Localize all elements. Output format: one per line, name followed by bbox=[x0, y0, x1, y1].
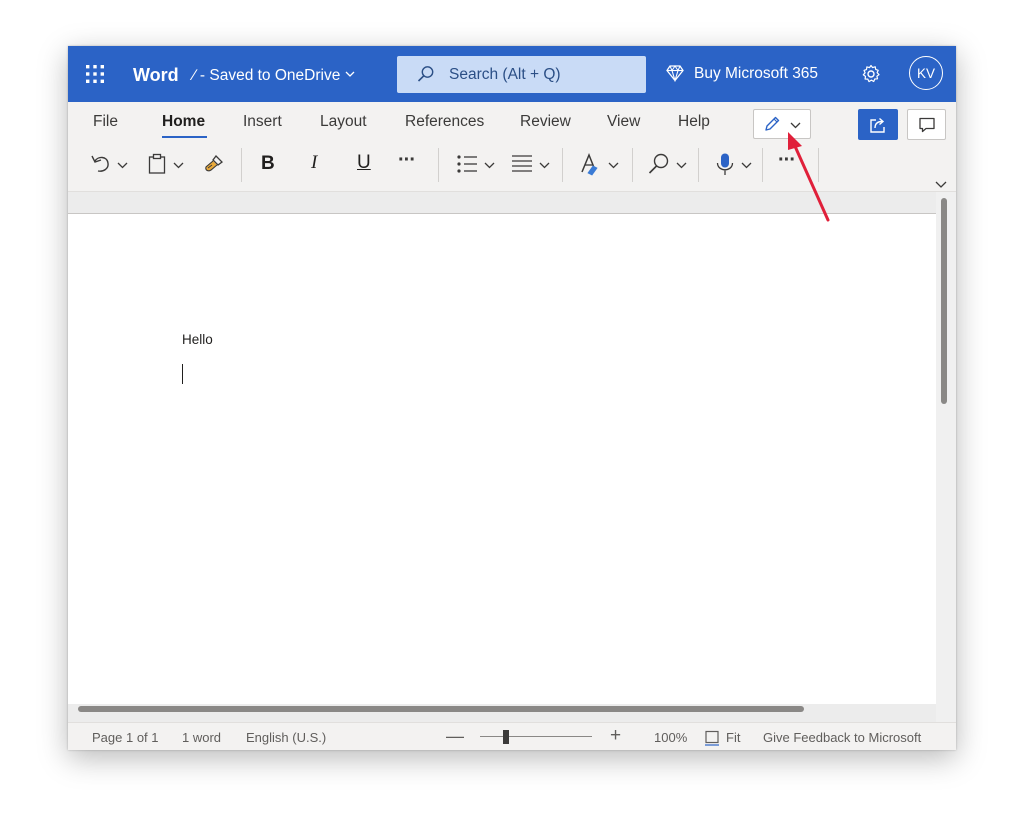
fit-page-icon bbox=[705, 730, 719, 746]
chevron-down-icon bbox=[484, 162, 495, 169]
format-painter-icon bbox=[205, 155, 223, 172]
ribbon-toolbar: B I U ··· ··· bbox=[68, 142, 956, 192]
dictate-icon bbox=[716, 153, 734, 175]
font-style-icon bbox=[581, 153, 598, 176]
comments-button[interactable] bbox=[907, 109, 946, 140]
search-placeholder: Search (Alt + Q) bbox=[449, 66, 561, 83]
align-icon bbox=[512, 155, 532, 172]
chevron-down-icon bbox=[117, 162, 128, 169]
search-icon bbox=[417, 66, 434, 82]
horizontal-scrollbar-thumb[interactable] bbox=[78, 706, 804, 712]
buy-label: Buy Microsoft 365 bbox=[694, 65, 819, 82]
word-count[interactable]: 1 word bbox=[182, 730, 221, 745]
bold-button[interactable]: B bbox=[261, 153, 281, 181]
pencil-icon bbox=[765, 116, 780, 131]
word-online-window: Word ∕ - Saved to OneDrive Search (Alt +… bbox=[68, 46, 956, 750]
zoom-slider-track bbox=[480, 736, 592, 737]
zoom-level[interactable]: 100% bbox=[654, 730, 687, 745]
chevron-down-icon bbox=[790, 122, 801, 129]
more-font-options-button[interactable]: ··· bbox=[398, 149, 424, 177]
status-bar: Page 1 of 1 1 word English (U.S.) — + 10… bbox=[68, 722, 956, 750]
chevron-down-icon bbox=[173, 162, 184, 169]
tab-file[interactable]: File bbox=[93, 113, 118, 131]
italic-button[interactable]: I bbox=[311, 152, 331, 180]
toolbar-separator bbox=[632, 148, 633, 182]
diamond-icon bbox=[666, 65, 684, 82]
zoom-slider[interactable] bbox=[480, 730, 592, 744]
underline-button[interactable]: U bbox=[357, 152, 377, 180]
more-options-button[interactable]: ··· bbox=[778, 149, 804, 177]
ribbon: File Home Insert Layout References Revie… bbox=[68, 102, 956, 192]
document-canvas: Hello bbox=[68, 192, 956, 722]
chevron-down-icon bbox=[608, 162, 619, 169]
search-box[interactable]: Search (Alt + Q) bbox=[397, 56, 646, 93]
chevron-down-icon bbox=[539, 162, 550, 169]
find-icon bbox=[648, 153, 669, 174]
app-name[interactable]: Word bbox=[133, 65, 179, 86]
format-painter-button[interactable] bbox=[203, 150, 227, 178]
document-page[interactable]: Hello bbox=[68, 213, 936, 704]
toolbar-separator bbox=[241, 148, 242, 182]
editing-mode-button[interactable] bbox=[753, 109, 811, 139]
clipboard-icon bbox=[148, 153, 166, 174]
waffle-icon[interactable] bbox=[85, 64, 105, 84]
toolbar-separator bbox=[818, 148, 819, 182]
chevron-down-icon bbox=[741, 162, 752, 169]
paste-button[interactable] bbox=[147, 150, 189, 178]
bullets-icon bbox=[457, 155, 477, 173]
avatar[interactable]: KV bbox=[909, 56, 943, 90]
chevron-down-icon[interactable] bbox=[345, 70, 355, 78]
dictate-button[interactable] bbox=[714, 150, 756, 178]
fit-label: Fit bbox=[726, 730, 741, 745]
tab-layout[interactable]: Layout bbox=[320, 113, 367, 131]
comments-icon bbox=[919, 117, 935, 133]
find-button[interactable] bbox=[647, 150, 689, 178]
tab-review[interactable]: Review bbox=[520, 113, 571, 131]
chevron-down-icon bbox=[676, 162, 687, 169]
text-cursor bbox=[182, 364, 183, 384]
toolbar-separator bbox=[438, 148, 439, 182]
undo-icon bbox=[91, 155, 109, 172]
tab-help[interactable]: Help bbox=[678, 113, 710, 131]
give-feedback-link[interactable]: Give Feedback to Microsoft bbox=[763, 730, 921, 745]
ribbon-tabs: File Home Insert Layout References Revie… bbox=[68, 102, 748, 142]
document-save-status[interactable]: ∕ - Saved to OneDrive bbox=[193, 67, 340, 85]
document-body-text[interactable]: Hello bbox=[182, 332, 213, 347]
styles-button[interactable] bbox=[579, 150, 621, 178]
toolbar-separator bbox=[762, 148, 763, 182]
share-button[interactable] bbox=[858, 109, 898, 140]
title-bar: Word ∕ - Saved to OneDrive Search (Alt +… bbox=[68, 46, 956, 102]
tab-insert[interactable]: Insert bbox=[243, 113, 282, 131]
share-icon bbox=[870, 117, 885, 133]
tab-references[interactable]: References bbox=[405, 113, 484, 131]
undo-button[interactable] bbox=[90, 150, 132, 178]
tab-home[interactable]: Home bbox=[162, 113, 205, 131]
zoom-out-button[interactable]: — bbox=[446, 726, 464, 747]
gear-icon[interactable] bbox=[861, 64, 881, 84]
page-count[interactable]: Page 1 of 1 bbox=[92, 730, 159, 745]
toolbar-separator bbox=[698, 148, 699, 182]
zoom-slider-thumb[interactable] bbox=[503, 730, 509, 744]
tab-view[interactable]: View bbox=[607, 113, 640, 131]
zoom-in-button[interactable]: + bbox=[610, 725, 621, 747]
vertical-scrollbar-thumb[interactable] bbox=[941, 198, 947, 404]
toolbar-separator bbox=[562, 148, 563, 182]
align-button[interactable] bbox=[511, 150, 553, 178]
language[interactable]: English (U.S.) bbox=[246, 730, 326, 745]
active-tab-indicator bbox=[162, 136, 207, 138]
chevron-down-icon[interactable] bbox=[934, 180, 948, 190]
bullets-button[interactable] bbox=[456, 150, 498, 178]
